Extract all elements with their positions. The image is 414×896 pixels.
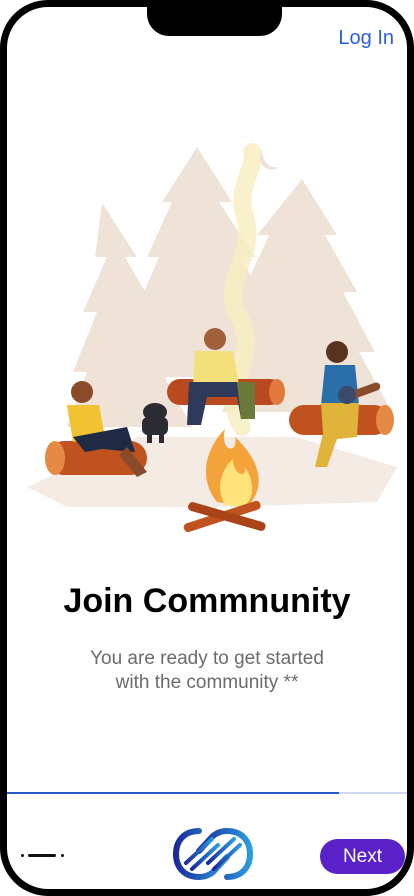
phone-frame: Log In Join Commnunity You are ready to … <box>0 0 414 896</box>
page-indicator <box>21 854 67 858</box>
next-button[interactable]: Next <box>320 839 405 874</box>
page-indicator-active <box>28 854 56 857</box>
subtitle-line-1: You are ready to get started <box>90 648 324 669</box>
progress-fill <box>7 792 339 794</box>
brand-logo-icon <box>172 827 254 881</box>
page-indicator-dot <box>61 854 64 857</box>
campfire-illustration <box>7 107 407 579</box>
login-link[interactable]: Log In <box>338 27 394 50</box>
page-subtitle: You are ready to get started with the co… <box>7 647 407 695</box>
campfire-illustration-graphic <box>27 143 397 533</box>
page-indicator-dot <box>21 854 24 857</box>
page-title: Join Commnunity <box>63 582 351 620</box>
progress-track <box>7 792 407 794</box>
notch <box>147 7 282 36</box>
subtitle-line-2: with the community ** <box>115 672 299 693</box>
